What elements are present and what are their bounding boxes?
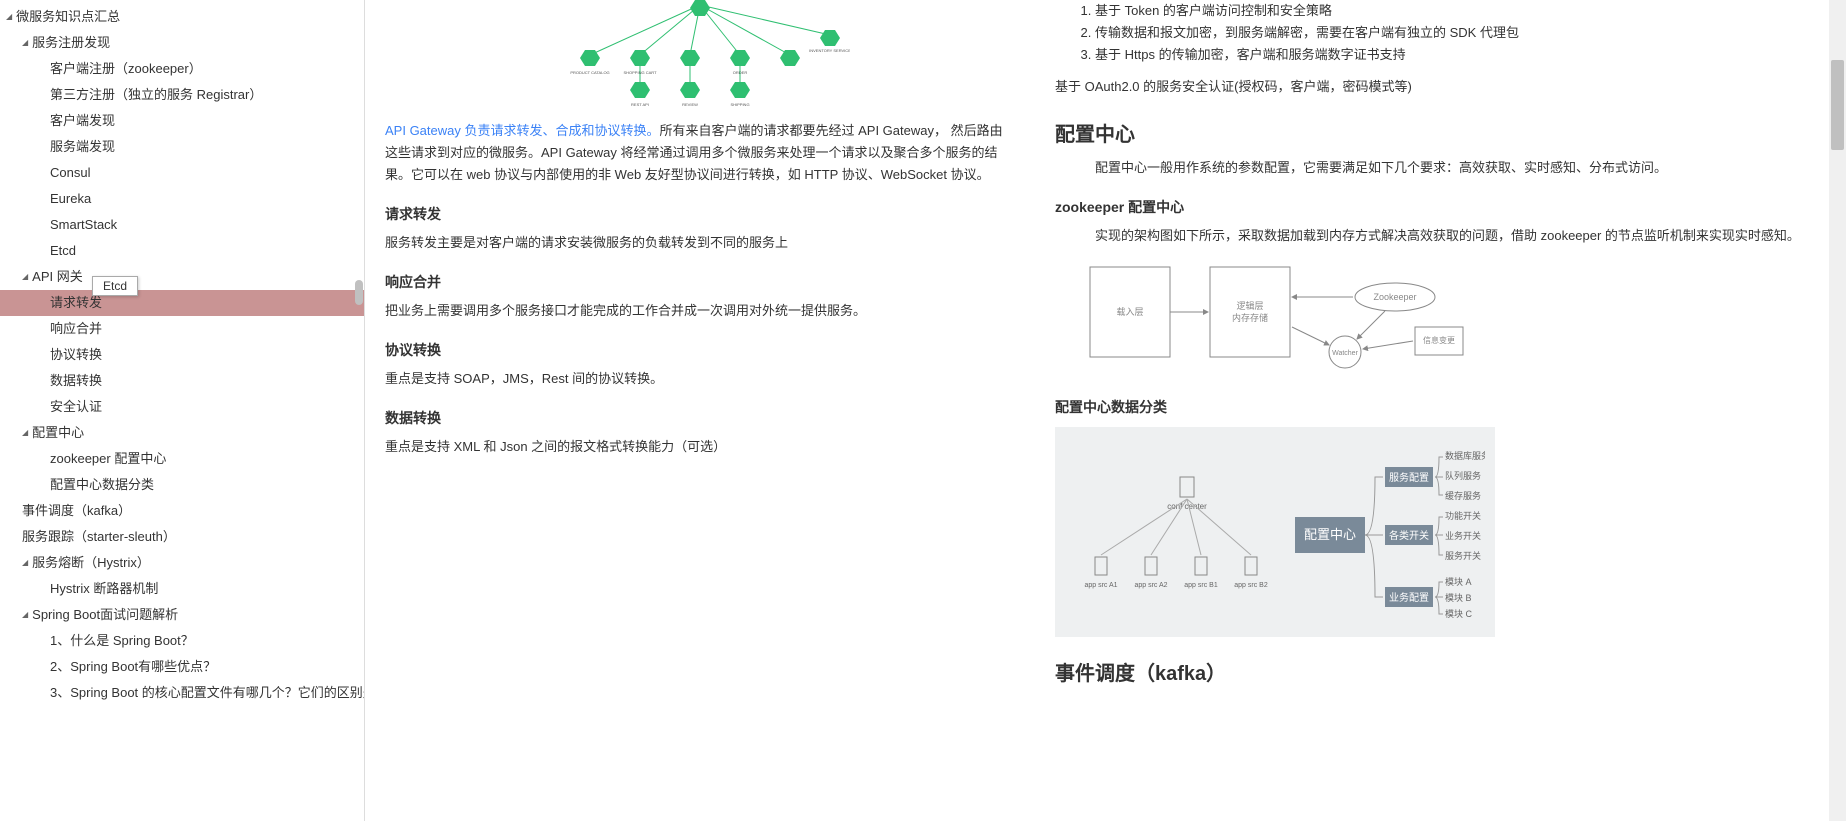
- svg-text:模块 C: 模块 C: [1445, 608, 1473, 619]
- nav-item-23[interactable]: Spring Boot面试问题解析: [0, 602, 364, 628]
- svg-text:SHOPPING CART: SHOPPING CART: [623, 70, 657, 75]
- nav-item-11[interactable]: 请求转发: [0, 290, 364, 316]
- heading-config-classify: 配置中心数据分类: [1055, 397, 1826, 417]
- svg-text:REST API: REST API: [631, 102, 649, 107]
- gateway-paragraph: API Gateway 负责请求转发、合成和协议转换。所有来自客户端的请求都要先…: [385, 120, 1015, 186]
- nav-item-15[interactable]: 安全认证: [0, 394, 364, 420]
- sidebar-scroll-thumb[interactable]: [355, 280, 363, 305]
- nav-item-14[interactable]: 数据转换: [0, 368, 364, 394]
- config-classify-diagram: conf center app src A1 app src A2 app sr…: [1055, 427, 1495, 637]
- svg-text:app src A1: app src A1: [1084, 582, 1117, 589]
- svg-text:队列服务: 队列服务: [1445, 470, 1481, 481]
- nav-item-17[interactable]: zookeeper 配置中心: [0, 446, 364, 472]
- nav-item-19[interactable]: 事件调度（kafka）: [0, 498, 364, 524]
- svg-text:INVENTORY SERVICE: INVENTORY SERVICE: [809, 48, 850, 53]
- svg-text:模块 A: 模块 A: [1445, 576, 1472, 587]
- svg-text:Watcher: Watcher: [1332, 350, 1358, 357]
- nav-item-8[interactable]: SmartStack: [0, 212, 364, 238]
- svg-text:内存存储: 内存存储: [1232, 312, 1268, 323]
- heading-request-forward: 请求转发: [385, 204, 1015, 224]
- svg-text:业务配置: 业务配置: [1389, 591, 1429, 604]
- heading-protocol-convert: 协议转换: [385, 340, 1015, 360]
- svg-text:SHIPPING: SHIPPING: [730, 102, 749, 107]
- tooltip: Etcd: [92, 276, 138, 296]
- nav-item-25[interactable]: 2、Spring Boot有哪些优点？: [0, 654, 364, 680]
- svg-text:载入层: 载入层: [1116, 306, 1143, 317]
- text-protocol-convert: 重点是支持 SOAP，JMS，Rest 间的协议转换。: [385, 368, 1015, 390]
- svg-text:app src B2: app src B2: [1234, 582, 1268, 589]
- oauth-text: 基于 OAuth2.0 的服务安全认证(授权码，客户端，密码模式等): [1055, 76, 1826, 98]
- svg-text:逻辑层: 逻辑层: [1236, 300, 1263, 311]
- nav-item-9[interactable]: Etcd: [0, 238, 364, 264]
- heading-kafka: 事件调度（kafka）: [1055, 657, 1826, 686]
- text-data-convert: 重点是支持 XML 和 Json 之间的报文格式转换能力（可选）: [385, 436, 1015, 458]
- security-item-3: 基于 Https 的传输加密，客户端和服务端数字证书支持: [1095, 44, 1826, 66]
- nav-item-2[interactable]: 客户端注册（zookeeper）: [0, 56, 364, 82]
- svg-text:功能开关: 功能开关: [1445, 510, 1481, 521]
- heading-data-convert: 数据转换: [385, 408, 1015, 428]
- text-response-merge: 把业务上需要调用多个服务接口才能完成的工作合并成一次调用对外统一提供服务。: [385, 300, 1015, 322]
- heading-response-merge: 响应合并: [385, 272, 1015, 292]
- nav-item-24[interactable]: 1、什么是 Spring Boot？: [0, 628, 364, 654]
- content-column-left: PRODUCT CATALOG SHOPPING CART ORDER INVE…: [365, 0, 1035, 821]
- nav-item-13[interactable]: 协议转换: [0, 342, 364, 368]
- content-scrollbar[interactable]: [1829, 0, 1846, 821]
- svg-text:服务配置: 服务配置: [1389, 471, 1429, 484]
- heading-zk-config: zookeeper 配置中心: [1055, 197, 1826, 217]
- content-area: PRODUCT CATALOG SHOPPING CART ORDER INVE…: [365, 0, 1846, 821]
- svg-text:缓存服务: 缓存服务: [1445, 490, 1481, 501]
- sidebar-nav: 微服务知识点汇总服务注册发现客户端注册（zookeeper）第三方注册（独立的服…: [0, 0, 365, 821]
- svg-text:PRODUCT CATALOG: PRODUCT CATALOG: [570, 70, 609, 75]
- svg-text:Zookeeper: Zookeeper: [1373, 292, 1416, 302]
- nav-item-10[interactable]: API 网关: [0, 264, 364, 290]
- svg-text:业务开关: 业务开关: [1445, 530, 1481, 541]
- nav-item-21[interactable]: 服务熔断（Hystrix）: [0, 550, 364, 576]
- svg-text:数据库服务: 数据库服务: [1445, 450, 1485, 461]
- nav-item-16[interactable]: 配置中心: [0, 420, 364, 446]
- svg-text:服务开关: 服务开关: [1445, 550, 1481, 561]
- api-gateway-diagram: PRODUCT CATALOG SHOPPING CART ORDER INVE…: [385, 0, 1015, 110]
- svg-text:app src A2: app src A2: [1134, 582, 1167, 589]
- nav-item-12[interactable]: 响应合并: [0, 316, 364, 342]
- content-column-right: 基于 Token 的客户端访问控制和安全策略 传输数据和报文加密，到服务端解密，…: [1035, 0, 1846, 821]
- nav-tree: 微服务知识点汇总服务注册发现客户端注册（zookeeper）第三方注册（独立的服…: [0, 0, 364, 710]
- nav-item-0[interactable]: 微服务知识点汇总: [0, 4, 364, 30]
- nav-item-7[interactable]: Eureka: [0, 186, 364, 212]
- nav-item-26[interactable]: 3、Spring Boot 的核心配置文件有哪几个？它们的区别是什么？: [0, 680, 364, 706]
- gateway-link-text[interactable]: API Gateway 负责请求转发、合成和协议转换。: [385, 123, 659, 138]
- nav-item-4[interactable]: 客户端发现: [0, 108, 364, 134]
- svg-text:app src B1: app src B1: [1184, 582, 1218, 589]
- nav-item-22[interactable]: Hystrix 断路器机制: [0, 576, 364, 602]
- svg-text:各类开关: 各类开关: [1389, 529, 1429, 542]
- security-list: 基于 Token 的客户端访问控制和安全策略 传输数据和报文加密，到服务端解密，…: [1055, 0, 1826, 66]
- heading-config-center: 配置中心: [1055, 118, 1826, 147]
- svg-text:信息变更: 信息变更: [1423, 335, 1455, 345]
- security-item-2: 传输数据和报文加密，到服务端解密，需要在客户端有独立的 SDK 代理包: [1095, 22, 1826, 44]
- text-zk-config: 实现的架构图如下所示，采取数据加载到内存方式解决高效获取的问题，借助 zooke…: [1055, 225, 1826, 247]
- svg-text:REVIEW: REVIEW: [682, 102, 698, 107]
- nav-item-5[interactable]: 服务端发现: [0, 134, 364, 160]
- svg-text:配置中心: 配置中心: [1304, 527, 1356, 542]
- nav-item-1[interactable]: 服务注册发现: [0, 30, 364, 56]
- text-request-forward: 服务转发主要是对客户端的请求安装微服务的负载转发到不同的服务上: [385, 232, 1015, 254]
- nav-item-3[interactable]: 第三方注册（独立的服务 Registrar）: [0, 82, 364, 108]
- zk-arch-diagram: 载入层 逻辑层 内存存储 Zookeeper Watcher 信息变更: [1085, 257, 1826, 377]
- content-scroll-thumb[interactable]: [1831, 60, 1844, 150]
- text-config-center: 配置中心一般用作系统的参数配置，它需要满足如下几个要求：高效获取、实时感知、分布…: [1055, 157, 1826, 179]
- nav-item-20[interactable]: 服务跟踪（starter-sleuth）: [0, 524, 364, 550]
- svg-text:模块 B: 模块 B: [1445, 592, 1472, 603]
- nav-item-6[interactable]: Consul: [0, 160, 364, 186]
- nav-item-18[interactable]: 配置中心数据分类: [0, 472, 364, 498]
- security-item-1: 基于 Token 的客户端访问控制和安全策略: [1095, 0, 1826, 22]
- svg-text:conf center: conf center: [1167, 502, 1207, 511]
- svg-text:ORDER: ORDER: [733, 70, 748, 75]
- sidebar-scrollbar[interactable]: [355, 0, 363, 821]
